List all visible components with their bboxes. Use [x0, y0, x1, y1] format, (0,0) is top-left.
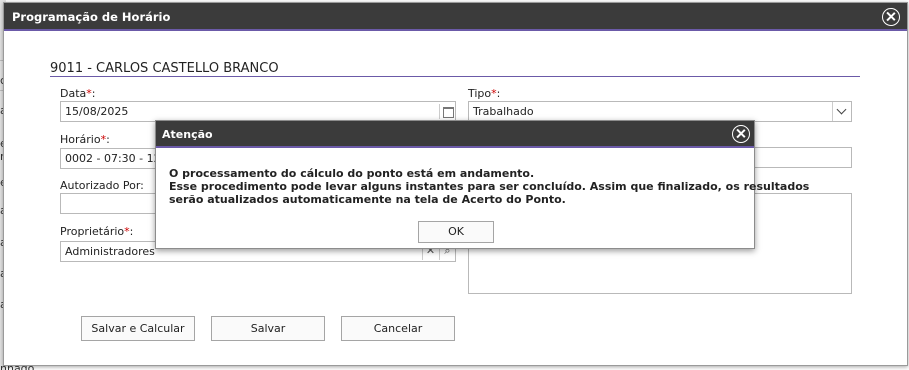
tipo-value: Trabalhado — [473, 105, 534, 118]
dialog-titlebar: Programação de Horário — [4, 3, 907, 31]
autorizado-label: Autorizado Por: — [60, 179, 144, 192]
close-icon[interactable] — [732, 125, 750, 143]
horario-input[interactable]: 0002 - 07:30 - 12:0 — [60, 148, 170, 169]
calendar-icon[interactable] — [439, 104, 454, 119]
alert-message-line: serão atualizados automaticamente na tel… — [169, 193, 566, 206]
autorizado-input[interactable] — [60, 193, 170, 214]
data-label: Data*: — [60, 87, 96, 100]
alert-dialog: Atenção O processamento do cálculo do po… — [155, 120, 809, 249]
alert-title: Atenção — [162, 128, 213, 141]
horario-label: Horário*: — [60, 133, 110, 146]
employee-name: 9011 - CARLOS CASTELLO BRANCO — [50, 61, 279, 76]
date-input[interactable]: 15/08/2025 — [60, 101, 456, 122]
dialog-title: Programação de Horário — [12, 10, 171, 24]
right-field[interactable] — [744, 147, 852, 168]
proprietario-value: Administradores — [65, 245, 155, 258]
employee-divider — [50, 76, 860, 77]
save-and-calculate-button[interactable]: Salvar e Calcular — [81, 316, 195, 341]
alert-message-line: O processamento do cálculo do ponto está… — [169, 167, 535, 180]
tipo-label: Tipo*: — [468, 87, 501, 100]
alert-titlebar: Atenção — [156, 121, 754, 148]
date-value: 15/08/2025 — [65, 105, 129, 118]
cancel-button[interactable]: Cancelar — [341, 316, 455, 341]
ok-button[interactable]: OK — [418, 221, 494, 243]
chevron-down-icon[interactable] — [832, 102, 851, 121]
alert-message-line: Esse procedimento pode levar alguns inst… — [169, 180, 810, 193]
save-button[interactable]: Salvar — [211, 316, 325, 341]
tipo-select[interactable]: Trabalhado — [468, 101, 852, 122]
close-icon[interactable] — [882, 8, 900, 26]
proprietario-label: Proprietário*: — [60, 225, 134, 238]
